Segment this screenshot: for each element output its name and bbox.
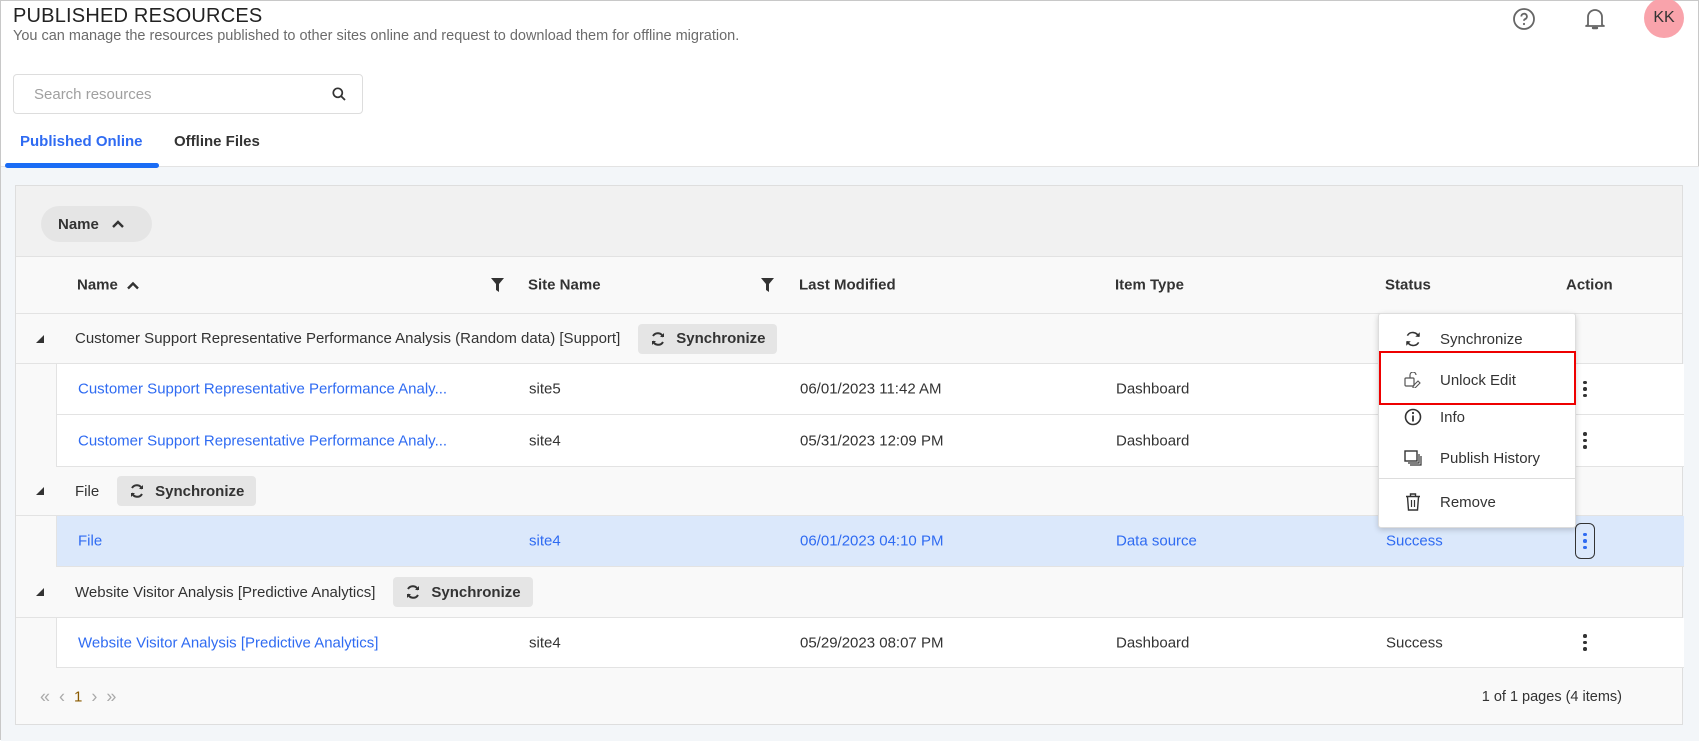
site-name: site4 xyxy=(529,432,561,449)
collapse-icon[interactable] xyxy=(36,334,44,343)
search-box[interactable] xyxy=(13,74,363,114)
column-label: Name xyxy=(77,276,118,294)
group-title: Customer Support Representative Performa… xyxy=(75,330,621,347)
column-header-type[interactable]: Item Type xyxy=(1115,277,1184,294)
sort-asc-icon xyxy=(127,281,139,289)
more-actions-icon[interactable] xyxy=(1575,371,1595,407)
first-page-icon[interactable]: « xyxy=(40,687,50,708)
resource-name-link[interactable]: Website Visitor Analysis [Predictive Ana… xyxy=(78,634,378,651)
group-synchronize-button[interactable]: Synchronize xyxy=(117,476,257,506)
column-header-name[interactable]: Name xyxy=(77,277,140,294)
column-header-action: Action xyxy=(1566,276,1613,294)
menu-label: Publish History xyxy=(1440,449,1541,467)
last-modified: 06/01/2023 04:10 PM xyxy=(800,532,944,550)
menu-item-remove[interactable]: Remove xyxy=(1379,482,1575,522)
resource-name-link[interactable]: Customer Support Representative Performa… xyxy=(78,432,447,449)
next-page-icon[interactable]: › xyxy=(91,687,97,708)
group-synchronize-button[interactable]: Synchronize xyxy=(638,323,778,354)
group-title: Website Visitor Analysis [Predictive Ana… xyxy=(75,583,376,601)
page-title: PUBLISHED RESOURCES xyxy=(13,5,263,27)
bell-icon[interactable] xyxy=(1582,6,1608,32)
site-name: site4 xyxy=(529,634,561,651)
avatar-initials: KK xyxy=(1653,9,1675,26)
info-icon xyxy=(1404,408,1422,426)
search-input[interactable] xyxy=(34,85,314,103)
pagination-bar: « ‹ 1 › » 1 of 1 pages (4 items) xyxy=(16,668,1682,726)
menu-label: Synchronize xyxy=(1440,330,1523,348)
sync-icon xyxy=(1406,331,1420,347)
more-actions-icon[interactable] xyxy=(1575,523,1595,559)
tab-offline-files[interactable]: Offline Files xyxy=(174,133,260,150)
avatar[interactable]: KK xyxy=(1644,0,1684,38)
column-header-site[interactable]: Site Name xyxy=(528,277,601,294)
row-context-menu: Synchronize Unlock Edit Info Publish His… xyxy=(1378,313,1576,528)
menu-divider xyxy=(1379,478,1575,479)
filter-icon[interactable] xyxy=(761,278,774,292)
resource-name-link[interactable]: Customer Support Representative Performa… xyxy=(78,381,447,398)
tab-published-online[interactable]: Published Online xyxy=(20,133,143,150)
group-title: File xyxy=(75,482,100,500)
trash-icon xyxy=(1406,493,1420,511)
group-synchronize-button[interactable]: Synchronize xyxy=(393,577,533,607)
current-page[interactable]: 1 xyxy=(74,689,82,706)
prev-page-icon[interactable]: ‹ xyxy=(59,687,65,708)
sync-label: Synchronize xyxy=(155,482,245,500)
item-type: Dashboard xyxy=(1116,634,1190,651)
sort-asc-icon xyxy=(112,220,124,228)
filter-icon[interactable] xyxy=(491,278,504,292)
menu-label: Remove xyxy=(1440,493,1496,511)
collapse-icon[interactable] xyxy=(36,588,44,596)
menu-item-publish-history[interactable]: Publish History xyxy=(1379,438,1575,478)
status: Success xyxy=(1386,634,1443,651)
last-modified: 06/01/2023 11:42 AM xyxy=(800,380,942,398)
status: Success xyxy=(1386,532,1443,550)
site-name: site4 xyxy=(529,532,561,550)
item-type: Dashboard xyxy=(1116,432,1190,449)
chip-label: Name xyxy=(58,215,99,233)
collapse-icon[interactable] xyxy=(36,487,44,495)
sync-icon xyxy=(407,585,420,599)
last-page-icon[interactable]: » xyxy=(106,687,116,708)
more-actions-icon[interactable] xyxy=(1575,625,1595,661)
resource-name-link[interactable]: File xyxy=(78,533,102,550)
active-tab-indicator xyxy=(5,163,159,168)
search-icon[interactable] xyxy=(332,87,346,101)
history-icon xyxy=(1404,450,1422,466)
item-type: Data source xyxy=(1116,532,1197,550)
item-type: Dashboard xyxy=(1116,380,1190,398)
table-header: Name Site Name Last Modified Item Type S… xyxy=(16,257,1682,314)
page-subtitle: You can manage the resources published t… xyxy=(13,28,740,44)
table-row[interactable]: Website Visitor Analysis [Predictive Ana… xyxy=(56,618,1684,668)
sync-label: Synchronize xyxy=(676,330,766,347)
group-row: Website Visitor Analysis [Predictive Ana… xyxy=(16,567,1682,618)
help-icon[interactable] xyxy=(1511,6,1537,32)
sync-label: Synchronize xyxy=(431,583,521,601)
menu-label: Info xyxy=(1440,408,1466,426)
sync-icon xyxy=(652,331,665,346)
column-header-modified[interactable]: Last Modified xyxy=(799,277,896,294)
group-by-chip-name[interactable]: Name xyxy=(41,206,152,242)
more-actions-icon[interactable] xyxy=(1575,423,1595,459)
highlight-box xyxy=(1379,351,1576,405)
sync-icon xyxy=(131,484,144,498)
last-modified: 05/31/2023 12:09 PM xyxy=(800,432,944,449)
site-name: site5 xyxy=(529,380,561,398)
group-by-bar: Name xyxy=(16,186,1682,257)
column-header-status[interactable]: Status xyxy=(1385,277,1431,294)
pagination-summary: 1 of 1 pages (4 items) xyxy=(1481,689,1622,705)
last-modified: 05/29/2023 08:07 PM xyxy=(800,634,944,651)
